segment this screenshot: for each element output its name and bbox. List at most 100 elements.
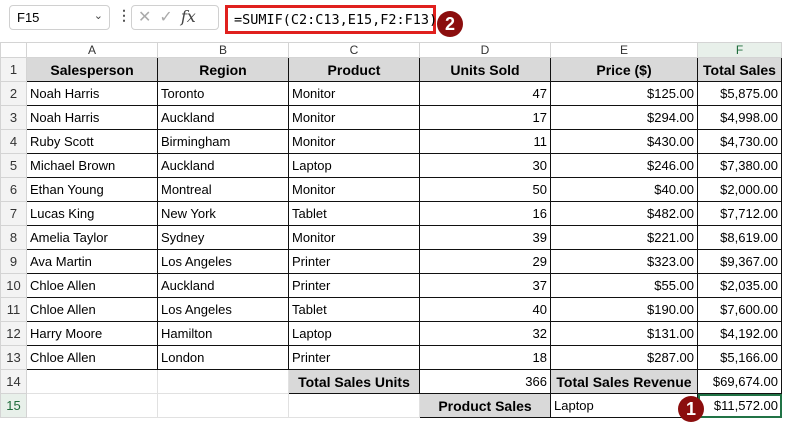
cell[interactable]: Auckland (157, 273, 289, 298)
column-header-b[interactable]: B (157, 42, 289, 58)
cell[interactable]: Noah Harris (26, 105, 158, 130)
cell[interactable]: Montreal (157, 177, 289, 202)
cell[interactable]: 17 (419, 105, 551, 130)
product-sales-label[interactable]: Product Sales (419, 393, 551, 418)
cell[interactable]: 39 (419, 225, 551, 250)
cell[interactable]: $287.00 (550, 345, 698, 370)
row-header[interactable]: 11 (0, 297, 27, 322)
column-title[interactable]: Units Sold (419, 57, 551, 82)
cell[interactable]: Chloe Allen (26, 273, 158, 298)
row-header[interactable]: 5 (0, 153, 27, 178)
cell[interactable]: $7,712.00 (697, 201, 782, 226)
cell[interactable]: Laptop (288, 153, 420, 178)
cell[interactable]: $4,730.00 (697, 129, 782, 154)
select-all-corner[interactable] (0, 42, 27, 58)
cell[interactable]: Ethan Young (26, 177, 158, 202)
product-sales-result[interactable]: $11,572.00 (697, 393, 782, 418)
cell[interactable]: Michael Brown (26, 153, 158, 178)
column-title[interactable]: Region (157, 57, 289, 82)
cell[interactable]: Auckland (157, 105, 289, 130)
column-header-a[interactable]: A (26, 42, 158, 58)
cell[interactable]: Noah Harris (26, 81, 158, 106)
cell[interactable]: Monitor (288, 225, 420, 250)
cell[interactable]: $221.00 (550, 225, 698, 250)
more-options-icon[interactable]: ⋮ (117, 7, 131, 24)
cell[interactable]: London (157, 345, 289, 370)
cell[interactable]: Ruby Scott (26, 129, 158, 154)
cell[interactable]: Monitor (288, 81, 420, 106)
column-header-f[interactable]: F (697, 42, 782, 58)
column-title[interactable]: Salesperson (26, 57, 158, 82)
cell[interactable] (26, 369, 158, 394)
cell[interactable]: Printer (288, 249, 420, 274)
cell[interactable]: $246.00 (550, 153, 698, 178)
row-header[interactable]: 15 (0, 393, 27, 418)
column-header-e[interactable]: E (550, 42, 698, 58)
cell[interactable]: Monitor (288, 177, 420, 202)
cell[interactable]: Amelia Taylor (26, 225, 158, 250)
cell[interactable]: Laptop (288, 321, 420, 346)
cell[interactable]: $323.00 (550, 249, 698, 274)
cell[interactable]: New York (157, 201, 289, 226)
cell[interactable]: $190.00 (550, 297, 698, 322)
row-header[interactable]: 9 (0, 249, 27, 274)
row-header[interactable]: 13 (0, 345, 27, 370)
cell[interactable]: Harry Moore (26, 321, 158, 346)
cell[interactable]: Chloe Allen (26, 297, 158, 322)
row-header[interactable]: 1 (0, 57, 27, 82)
cell[interactable]: Chloe Allen (26, 345, 158, 370)
cell[interactable]: Toronto (157, 81, 289, 106)
cell[interactable]: 18 (419, 345, 551, 370)
cell[interactable]: Hamilton (157, 321, 289, 346)
cell[interactable]: 50 (419, 177, 551, 202)
cell[interactable]: $125.00 (550, 81, 698, 106)
row-header[interactable]: 6 (0, 177, 27, 202)
column-title[interactable]: Price ($) (550, 57, 698, 82)
cell[interactable]: $131.00 (550, 321, 698, 346)
cell[interactable]: Sydney (157, 225, 289, 250)
product-criteria-cell[interactable]: Laptop (550, 393, 698, 418)
cell[interactable]: Lucas King (26, 201, 158, 226)
cell[interactable]: $7,380.00 (697, 153, 782, 178)
cell[interactable]: $9,367.00 (697, 249, 782, 274)
cell[interactable]: $5,166.00 (697, 345, 782, 370)
total-revenue-value[interactable]: $69,674.00 (697, 369, 782, 394)
column-header-c[interactable]: C (288, 42, 420, 58)
total-units-label[interactable]: Total Sales Units (288, 369, 420, 394)
column-header-d[interactable]: D (419, 42, 551, 58)
row-header[interactable]: 14 (0, 369, 27, 394)
cell[interactable]: 47 (419, 81, 551, 106)
column-title[interactable]: Product (288, 57, 420, 82)
cell[interactable]: Los Angeles (157, 297, 289, 322)
cell[interactable]: Los Angeles (157, 249, 289, 274)
cell[interactable]: $482.00 (550, 201, 698, 226)
cell[interactable] (26, 393, 158, 418)
cell[interactable]: $5,875.00 (697, 81, 782, 106)
row-header[interactable]: 10 (0, 273, 27, 298)
row-header[interactable]: 12 (0, 321, 27, 346)
cell[interactable]: 29 (419, 249, 551, 274)
name-box[interactable]: F15 ⌄ (9, 5, 110, 30)
row-header[interactable]: 4 (0, 129, 27, 154)
insert-function-icon[interactable]: fx (181, 7, 196, 26)
cell[interactable]: $2,000.00 (697, 177, 782, 202)
cell[interactable]: Printer (288, 345, 420, 370)
cell[interactable]: Monitor (288, 129, 420, 154)
cell[interactable]: $4,998.00 (697, 105, 782, 130)
cancel-icon[interactable]: ✕ (138, 9, 159, 26)
cell[interactable]: $294.00 (550, 105, 698, 130)
cell[interactable]: Printer (288, 273, 420, 298)
cell[interactable]: Monitor (288, 105, 420, 130)
cell[interactable]: $55.00 (550, 273, 698, 298)
enter-icon[interactable]: ✓ (159, 9, 180, 26)
cell[interactable]: Tablet (288, 297, 420, 322)
cell[interactable] (157, 393, 289, 418)
cell[interactable]: $4,192.00 (697, 321, 782, 346)
cell[interactable] (157, 369, 289, 394)
cell[interactable]: 30 (419, 153, 551, 178)
row-header[interactable]: 8 (0, 225, 27, 250)
cell[interactable]: $2,035.00 (697, 273, 782, 298)
formula-input[interactable]: =SUMIF(C2:C13,E15,F2:F13) (225, 5, 437, 34)
row-header[interactable]: 3 (0, 105, 27, 130)
cell[interactable]: Auckland (157, 153, 289, 178)
